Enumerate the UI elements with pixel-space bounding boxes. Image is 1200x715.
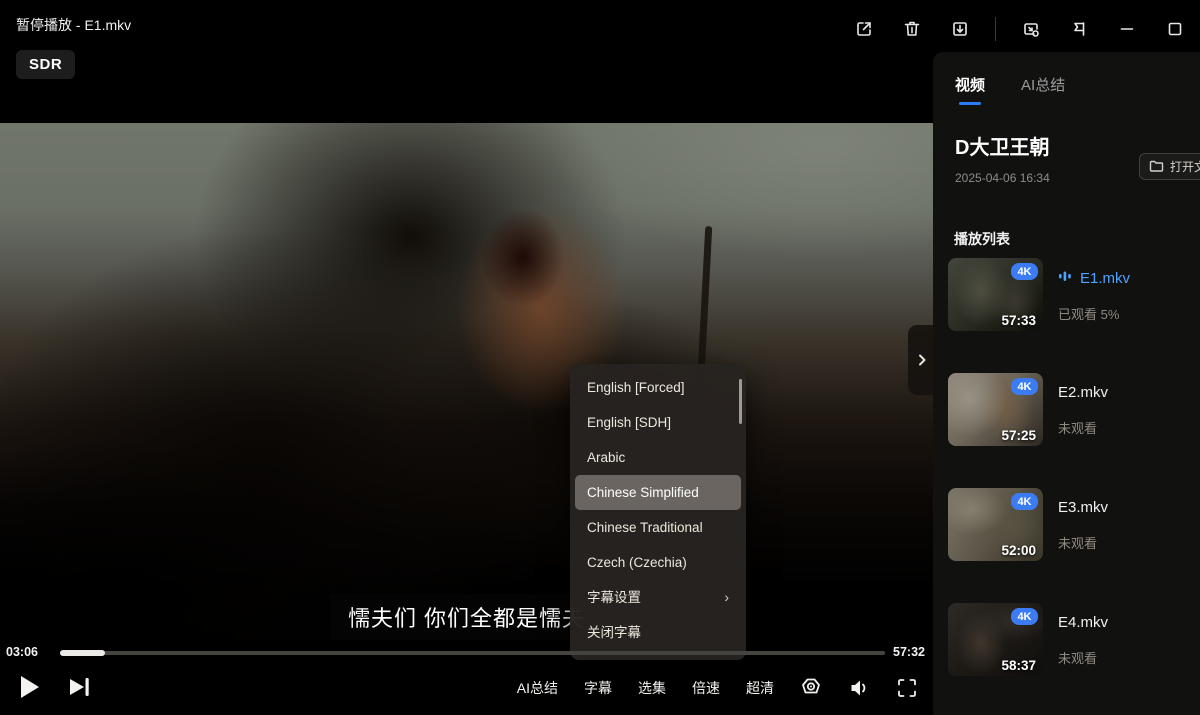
file-name-label: E1.mkv [1080, 270, 1130, 287]
episodes-button[interactable]: 选集 [629, 670, 675, 706]
tab-ai-summary-label: AI总结 [1021, 77, 1065, 94]
thumbnail-e1: 4K 57:33 [948, 258, 1043, 331]
now-playing-icon [1058, 269, 1072, 287]
maximize-icon[interactable] [1156, 12, 1194, 46]
watch-status: 未观看 [1058, 648, 1108, 667]
settings-gear-icon[interactable] [791, 671, 831, 705]
thumbnail-e2: 4K 57:25 [948, 373, 1043, 446]
tab-active-underline [959, 102, 981, 105]
mini-player-icon[interactable] [1012, 12, 1050, 46]
open-folder-label: 打开文 [1170, 158, 1200, 175]
watch-status: 未观看 [1058, 418, 1108, 437]
file-name: E2.mkv [1058, 384, 1108, 401]
file-name: E3.mkv [1058, 499, 1108, 516]
watch-status: 未观看 [1058, 533, 1108, 552]
file-name: E1.mkv [1058, 269, 1130, 287]
sidebar-tabs: 视频 AI总结 [933, 52, 1200, 105]
chevron-right-icon [915, 353, 929, 367]
right-controls: AI总结 字幕 选集 倍速 超清 [508, 670, 927, 706]
playback-speed-button[interactable]: 倍速 [683, 670, 729, 706]
ai-summary-button[interactable]: AI总结 [508, 670, 567, 706]
playlist-item-info: E2.mkv 未观看 [1058, 373, 1108, 446]
resolution-badge: 4K [1011, 493, 1038, 510]
menu-item-english-sdh[interactable]: English [SDH] [575, 405, 741, 440]
subtitles-button[interactable]: 字幕 [575, 670, 621, 706]
tab-ai-summary[interactable]: AI总结 [1021, 74, 1065, 105]
playlist-item-info: E1.mkv 已观看 5% [1058, 258, 1130, 331]
duration-label: 58:37 [1001, 658, 1036, 673]
fullscreen-icon[interactable] [887, 671, 927, 705]
window-title: 暂停播放 - E1.mkv [16, 15, 131, 35]
minimize-icon[interactable] [1108, 12, 1146, 46]
open-folder-button[interactable]: 打开文 [1139, 153, 1200, 180]
tab-video[interactable]: 视频 [955, 74, 985, 105]
seekbar-fill [60, 650, 105, 656]
submenu-chevron-icon: › [724, 580, 729, 615]
menu-item-english-forced[interactable]: English [Forced] [575, 370, 741, 405]
save-download-icon[interactable] [941, 12, 979, 46]
sidebar-collapse-handle[interactable] [908, 325, 936, 395]
playlist-header: 播放列表 [933, 185, 1200, 249]
sdr-badge: SDR [16, 50, 75, 79]
playlist: 4K 57:33 E1.mkv 已观看 5% 4K 57:25 [948, 258, 1200, 676]
menu-item-chinese-traditional[interactable]: Chinese Traditional [575, 510, 741, 545]
volume-icon[interactable] [839, 671, 879, 705]
playlist-item-e2[interactable]: 4K 57:25 E2.mkv 未观看 [948, 373, 1200, 446]
resolution-badge: 4K [1011, 378, 1038, 395]
current-time: 03:06 [6, 645, 38, 659]
folder-icon [1149, 159, 1164, 174]
file-name: E4.mkv [1058, 614, 1108, 631]
next-episode-button[interactable] [64, 670, 94, 704]
menu-item-arabic[interactable]: Arabic [575, 440, 741, 475]
watch-status: 已观看 5% [1058, 304, 1130, 323]
menu-item-subtitle-settings[interactable]: 字幕设置 › [575, 580, 741, 615]
playlist-item-info: E3.mkv 未观看 [1058, 488, 1108, 561]
resolution-badge: 4K [1011, 263, 1038, 280]
player-window: 暂停播放 - E1.mkv SDR 懦夫们 你们全都是懦夫 [0, 0, 1200, 715]
playlist-item-e3[interactable]: 4K 52:00 E3.mkv 未观看 [948, 488, 1200, 561]
transport-buttons [14, 670, 94, 704]
duration-label: 57:33 [1001, 313, 1036, 328]
video-surface[interactable]: 懦夫们 你们全都是懦夫 [0, 123, 933, 640]
menu-item-czech[interactable]: Czech (Czechia) [575, 545, 741, 580]
resolution-badge: 4K [1011, 608, 1038, 625]
delete-icon[interactable] [893, 12, 931, 46]
duration-label: 57:25 [1001, 428, 1036, 443]
menu-item-chinese-simplified[interactable]: Chinese Simplified [575, 475, 741, 510]
quality-button[interactable]: 超清 [737, 670, 783, 706]
video-subtitle: 懦夫们 你们全都是懦夫 [330, 594, 603, 640]
subtitle-menu: English [Forced] English [SDH] Arabic Ch… [570, 364, 746, 660]
open-in-new-icon[interactable] [845, 12, 883, 46]
play-button[interactable] [14, 670, 44, 704]
playback-controls: 03:06 57:32 AI总结 字幕 选集 倍速 超清 [0, 640, 933, 715]
menu-item-label: 字幕设置 [587, 590, 641, 605]
flag-feedback-icon[interactable] [1060, 12, 1098, 46]
playlist-item-e1[interactable]: 4K 57:33 E1.mkv 已观看 5% [948, 258, 1200, 331]
media-title: D大卫王朝 [933, 105, 1200, 160]
playlist-item-info: E4.mkv 未观看 [1058, 603, 1108, 676]
titlebar-separator [995, 17, 996, 41]
tab-video-label: 视频 [955, 77, 985, 94]
duration-label: 52:00 [1001, 543, 1036, 558]
titlebar-actions [845, 12, 1194, 46]
seekbar[interactable] [60, 651, 885, 655]
thumbnail-e3: 4K 52:00 [948, 488, 1043, 561]
total-time: 57:32 [893, 645, 925, 659]
menu-scrollbar[interactable] [739, 379, 742, 424]
sidebar-panel: 视频 AI总结 D大卫王朝 2025-04-06 16:34 打开文 播放列表 … [933, 52, 1200, 715]
thumbnail-e4: 4K 58:37 [948, 603, 1043, 676]
playlist-item-e4[interactable]: 4K 58:37 E4.mkv 未观看 [948, 603, 1200, 676]
